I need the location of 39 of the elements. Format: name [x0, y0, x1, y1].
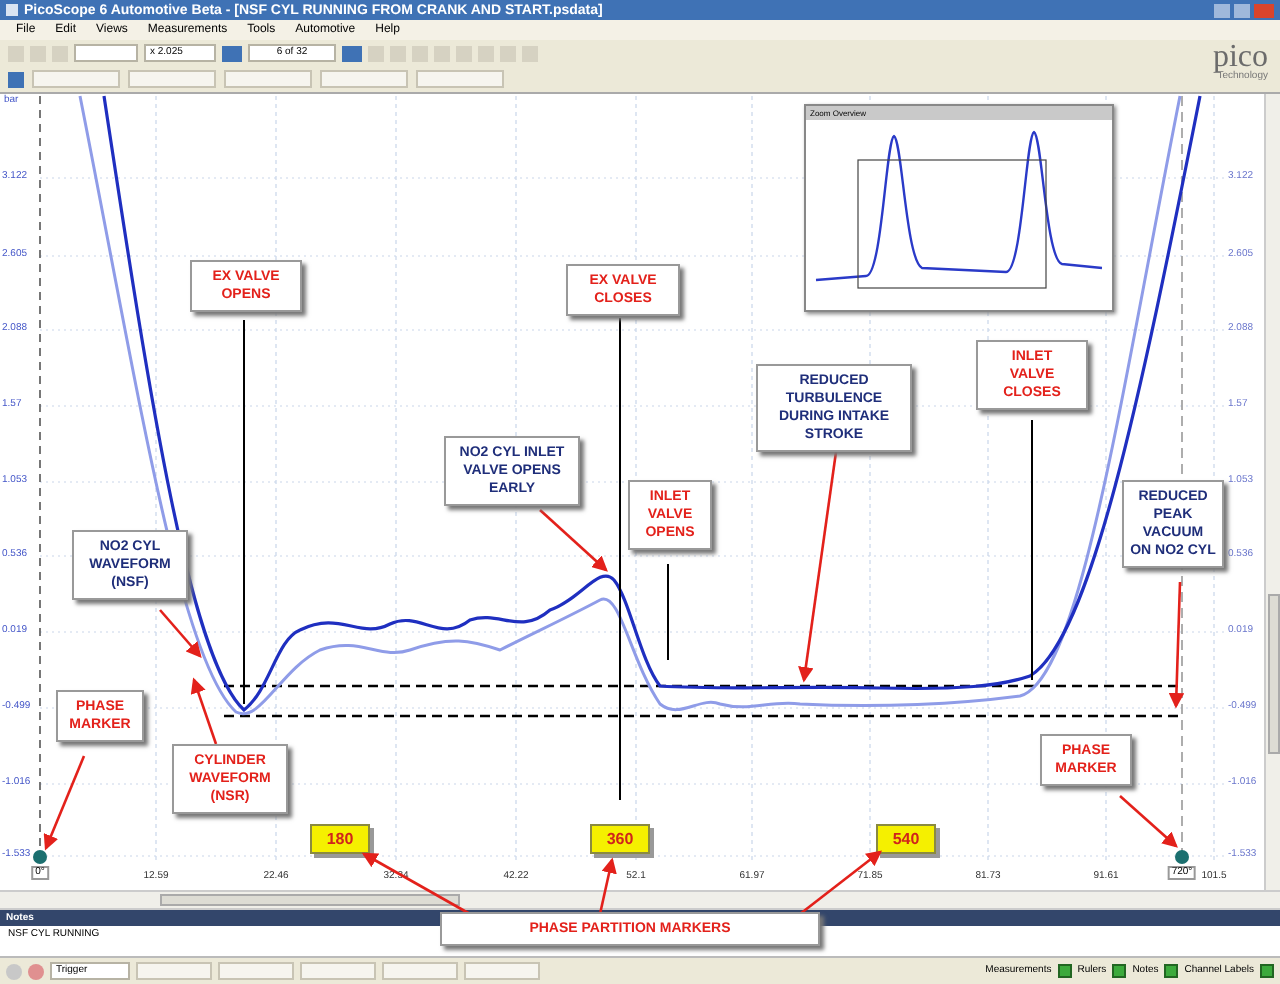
scroll-thumb[interactable] — [160, 894, 460, 906]
stop-button[interactable] — [6, 963, 22, 979]
horizontal-scrollbar[interactable] — [0, 890, 1280, 910]
arrow — [361, 852, 471, 916]
dropdown-field[interactable] — [218, 962, 294, 980]
run-button[interactable] — [28, 963, 44, 979]
dropdown-field[interactable] — [300, 962, 376, 980]
maximize-button[interactable] — [1234, 3, 1250, 17]
dropdown-field[interactable] — [320, 70, 408, 88]
arrow — [43, 755, 86, 851]
partition-marker[interactable]: 360 — [590, 824, 650, 854]
dropdown-field[interactable] — [32, 70, 120, 88]
scroll-thumb[interactable] — [1268, 594, 1280, 754]
dropdown-field[interactable] — [416, 70, 504, 88]
leader-line — [667, 563, 669, 661]
app-icon — [6, 4, 18, 16]
dropdown-field[interactable] — [136, 962, 212, 980]
partition-marker[interactable]: 180 — [310, 824, 370, 854]
dropdown-field[interactable] — [464, 962, 540, 980]
partition-marker[interactable]: 540 — [876, 824, 936, 854]
arrow — [539, 509, 608, 572]
toggle-button[interactable] — [1057, 964, 1072, 978]
toggle-button[interactable] — [1164, 964, 1179, 978]
toggle-button[interactable] — [1260, 964, 1274, 978]
dropdown-field[interactable] — [382, 962, 458, 980]
vertical-scrollbar[interactable] — [1264, 94, 1280, 890]
dropdown-field[interactable] — [128, 70, 216, 88]
close-button[interactable] — [1254, 3, 1274, 17]
dropdown-field[interactable] — [224, 70, 312, 88]
arrow — [190, 677, 218, 745]
arrow — [598, 857, 617, 915]
arrow — [1119, 795, 1178, 848]
arrow — [1168, 581, 1185, 709]
logo-text: pico — [1212, 44, 1268, 72]
toggle-button[interactable] — [1112, 964, 1127, 978]
dropdown-field[interactable] — [74, 44, 138, 62]
arrow — [159, 609, 202, 658]
minimize-button[interactable] — [1214, 3, 1230, 17]
arrow — [799, 850, 883, 916]
